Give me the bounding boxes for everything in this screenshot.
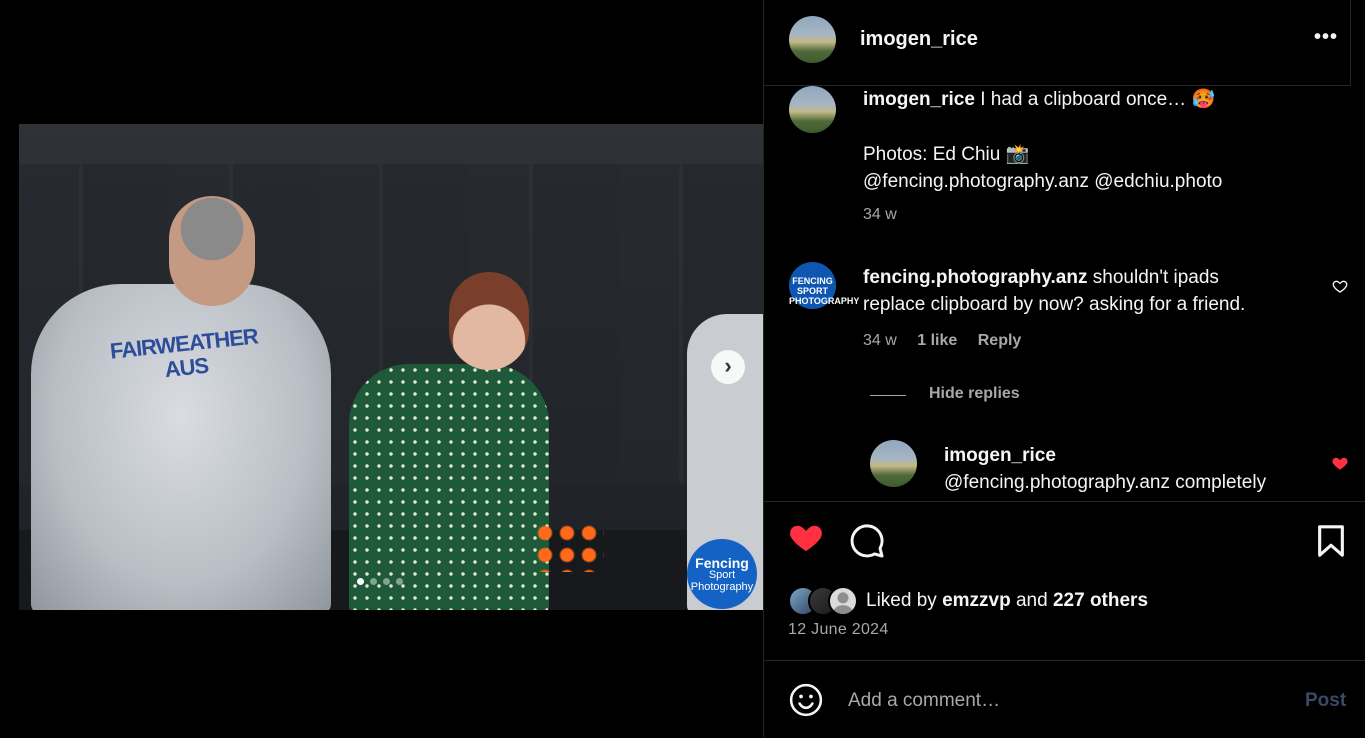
post-actions: Liked by emzzvp and 227 others 12 June 2… xyxy=(764,501,1365,662)
comment-body-line2: replace clipboard by now? asking for a f… xyxy=(863,294,1246,315)
reply-avatar[interactable] xyxy=(870,440,917,487)
photo-woman xyxy=(349,364,549,610)
caption-mentions[interactable]: @fencing.photography.anz @edchiu.photo xyxy=(863,168,1222,195)
likes-count-link[interactable]: 227 others xyxy=(1053,590,1148,612)
comment-composer: Post xyxy=(764,660,1365,738)
heart-filled-icon[interactable] xyxy=(1331,454,1349,472)
like-heart-icon[interactable] xyxy=(787,522,825,558)
author-avatar[interactable] xyxy=(789,16,836,63)
carousel-dot xyxy=(383,578,390,585)
comment-likes[interactable]: 1 like xyxy=(917,332,957,349)
chevron-right-icon: › xyxy=(724,353,732,378)
comment-input[interactable] xyxy=(846,685,1270,717)
carousel-dot-active xyxy=(357,578,364,585)
carousel-next-button[interactable]: › xyxy=(711,350,745,384)
photo-fencer-head xyxy=(169,196,255,306)
comment-username[interactable]: fencing.photography.anz xyxy=(863,267,1087,288)
post-header: imogen_rice ••• xyxy=(764,0,1351,86)
comment-text: fencing.photography.anz shouldn't ipads … xyxy=(863,264,1303,318)
reply-username: imogen_rice xyxy=(944,445,1056,466)
liker-avatar[interactable] xyxy=(828,586,858,616)
caption-text: imogen_rice I had a clipboard once… 🥵 xyxy=(863,86,1333,113)
post-date: 12 June 2024 xyxy=(788,621,889,638)
liked-by-row: Liked by emzzvp and 227 others xyxy=(788,585,1148,617)
caption-avatar[interactable] xyxy=(789,86,836,133)
save-bookmark-icon[interactable] xyxy=(1316,524,1346,558)
heart-outline-icon[interactable] xyxy=(1332,278,1348,294)
post-details-panel: imogen_rice ••• imogen_rice I had a clip… xyxy=(763,0,1365,737)
carousel-dot xyxy=(370,578,377,585)
comments-list[interactable]: imogen_rice I had a clipboard once… 🥵 Ph… xyxy=(764,86,1350,501)
photo-woman-head xyxy=(449,272,529,370)
author-username[interactable]: imogen_rice xyxy=(860,28,978,51)
comment-body-line1: shouldn't ipads xyxy=(1092,267,1219,288)
post-media: FAIRWEATHER AUS Fencing Sport Photograph… xyxy=(0,0,763,737)
photo-watermark: Fencing Sport Photography xyxy=(687,539,757,609)
caption-credit: Photos: Ed Chiu 📸 xyxy=(863,144,1030,165)
carousel-dots xyxy=(357,578,403,585)
post-photo[interactable]: FAIRWEATHER AUS Fencing Sport Photograph… xyxy=(19,124,763,610)
comment-icon[interactable] xyxy=(849,523,885,559)
commenter-avatar[interactable]: FENCING SPORT PHOTOGRAPHY xyxy=(789,262,859,309)
caption-age: 34 w xyxy=(863,206,897,223)
face-emoji-icon: 🥵 xyxy=(1191,89,1216,110)
liked-by-and: and xyxy=(1015,590,1048,611)
hide-replies-button[interactable]: Hide replies xyxy=(929,385,1020,403)
caption-body: I had a clipboard once… xyxy=(980,89,1187,110)
caption-username[interactable]: imogen_rice xyxy=(863,89,975,110)
post-comment-button[interactable]: Post xyxy=(1305,690,1346,712)
more-options-icon[interactable]: ••• xyxy=(1314,26,1338,49)
photo-lights xyxy=(534,522,604,572)
reply-button[interactable]: Reply xyxy=(978,332,1022,349)
liked-by-label: Liked by xyxy=(866,590,937,611)
comment-age: 34 w xyxy=(863,332,897,349)
replies-divider xyxy=(870,395,906,396)
liked-by-user[interactable]: emzzvp xyxy=(942,590,1011,612)
emoji-picker-icon[interactable] xyxy=(789,683,823,717)
reply-body[interactable]: @fencing.photography.anz completely xyxy=(944,469,1266,496)
comment-meta: 34 w 1 like Reply xyxy=(863,332,1037,350)
carousel-dot xyxy=(396,578,403,585)
